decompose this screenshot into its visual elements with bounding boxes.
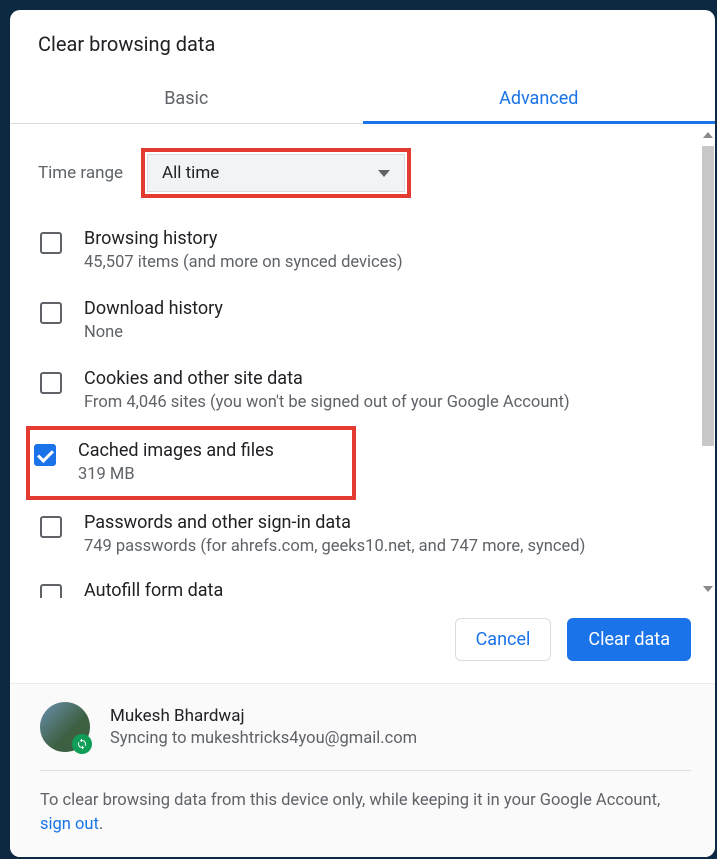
time-range-highlight: All time	[141, 148, 411, 198]
option-title: Browsing history	[84, 228, 403, 249]
option-title: Cookies and other site data	[84, 368, 570, 389]
dialog-title: Clear browsing data	[10, 10, 715, 74]
account-section: Mukesh Bhardwaj Syncing to mukeshtricks4…	[10, 684, 715, 857]
chevron-down-icon	[378, 170, 390, 177]
option-cached-highlight: Cached images and files 319 MB	[26, 426, 356, 500]
checkbox-cached-images[interactable]	[34, 444, 56, 466]
account-name: Mukesh Bhardwaj	[110, 706, 417, 726]
sync-icon	[72, 734, 92, 754]
clear-browsing-data-dialog: Clear browsing data Basic Advanced Time …	[10, 10, 715, 857]
tabs: Basic Advanced	[10, 74, 715, 124]
time-range-row: Time range All time	[34, 134, 695, 216]
option-subtitle: 749 passwords (for ahrefs.com, geeks10.n…	[84, 537, 585, 556]
cancel-button[interactable]: Cancel	[455, 618, 552, 661]
avatar	[40, 702, 90, 752]
sign-out-link[interactable]: sign out	[40, 815, 99, 834]
footer-text-after: .	[99, 815, 103, 834]
option-subtitle: None	[84, 323, 223, 342]
scroll-up-icon[interactable]	[703, 132, 713, 138]
option-subtitle: From 4,046 sites (you won't be signed ou…	[84, 393, 570, 412]
time-range-label: Time range	[38, 163, 123, 183]
option-autofill[interactable]: Autofill form data	[34, 570, 695, 600]
footer-text-before: To clear browsing data from this device …	[40, 791, 660, 810]
checkbox-cookies[interactable]	[40, 372, 62, 394]
clear-data-button[interactable]: Clear data	[567, 618, 691, 661]
content: Time range All time Browsing history 45,…	[10, 124, 715, 600]
checkbox-browsing-history[interactable]	[40, 232, 62, 254]
scroll-down-icon[interactable]	[703, 586, 713, 592]
option-title: Download history	[84, 298, 223, 319]
dialog-actions: Cancel Clear data	[10, 600, 715, 684]
option-cookies[interactable]: Cookies and other site data From 4,046 s…	[34, 356, 695, 426]
checkbox-passwords[interactable]	[40, 516, 62, 538]
account-status: Syncing to mukeshtricks4you@gmail.com	[110, 729, 417, 748]
content-scroll-area: Time range All time Browsing history 45,…	[10, 124, 715, 600]
time-range-value: All time	[162, 163, 219, 183]
footer-note: To clear browsing data from this device …	[40, 771, 691, 847]
option-passwords[interactable]: Passwords and other sign-in data 749 pas…	[34, 500, 695, 570]
scrollbar[interactable]	[701, 132, 715, 592]
option-browsing-history[interactable]: Browsing history 45,507 items (and more …	[34, 216, 695, 286]
time-range-select[interactable]: All time	[147, 154, 405, 192]
option-download-history[interactable]: Download history None	[34, 286, 695, 356]
option-title: Passwords and other sign-in data	[84, 512, 585, 533]
account-row: Mukesh Bhardwaj Syncing to mukeshtricks4…	[40, 702, 691, 771]
option-subtitle: 319 MB	[78, 465, 274, 484]
tab-basic[interactable]: Basic	[10, 74, 363, 123]
scroll-thumb[interactable]	[702, 146, 714, 446]
option-title: Autofill form data	[84, 580, 223, 600]
option-subtitle: 45,507 items (and more on synced devices…	[84, 253, 403, 272]
checkbox-download-history[interactable]	[40, 302, 62, 324]
checkbox-autofill[interactable]	[40, 584, 62, 598]
tab-advanced[interactable]: Advanced	[363, 74, 716, 123]
option-title: Cached images and files	[78, 440, 274, 461]
